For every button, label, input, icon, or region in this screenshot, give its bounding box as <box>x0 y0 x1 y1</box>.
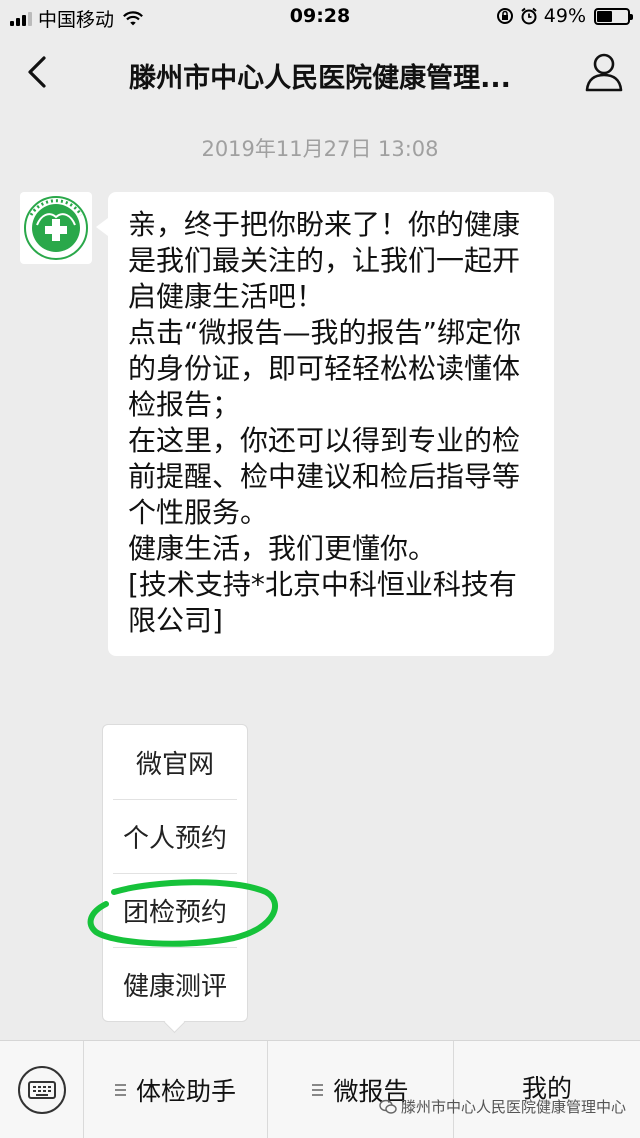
menu-item-micro-website[interactable]: 微官网 <box>103 725 247 799</box>
profile-icon[interactable] <box>584 50 624 94</box>
tab-mine[interactable]: 我的 <box>454 1041 640 1138</box>
page-title: 滕州市中心人民医院健康管理... <box>129 63 511 94</box>
nav-bar: 滕州市中心人民医院健康管理... <box>0 34 640 112</box>
message-text: 亲，终于把你盼来了！你的健康是我们最关注的，让我们一起开启健康生活吧！ 点击“微… <box>128 208 522 637</box>
tab-label: 体检助手 <box>135 1077 236 1106</box>
battery-percent: 49% <box>543 5 586 27</box>
back-icon[interactable] <box>18 52 58 92</box>
battery-fill <box>597 10 612 22</box>
submenu-icon <box>312 1084 324 1096</box>
submenu-icon <box>114 1084 126 1096</box>
wechat-icon <box>379 1099 397 1114</box>
popup-menu: 微官网 个人预约 团检预约 健康测评 <box>102 724 248 1022</box>
status-right: 49% <box>496 5 633 27</box>
menu-item-group-booking[interactable]: 团检预约 <box>103 873 247 947</box>
battery-icon <box>594 7 633 25</box>
hospital-logo-icon <box>24 196 88 260</box>
message-bubble: 亲，终于把你盼来了！你的健康是我们最关注的，让我们一起开启健康生活吧！ 点击“微… <box>96 192 554 656</box>
menu-item-health-assessment[interactable]: 健康测评 <box>103 947 247 1021</box>
bottom-menu-bar: 体检助手 微报告 我的 <box>0 1040 640 1138</box>
alarm-icon <box>521 7 537 25</box>
tab-micro-report[interactable]: 微报告 <box>268 1041 454 1138</box>
status-bar: 中国移动 09:28 49% <box>0 0 640 34</box>
tab-checkup-assistant[interactable]: 体检助手 <box>84 1041 268 1138</box>
keyboard-icon <box>17 1066 66 1114</box>
watermark-text: 滕州市中心人民医院健康管理中心 <box>400 1098 626 1116</box>
menu-item-personal-booking[interactable]: 个人预约 <box>103 799 247 873</box>
orientation-lock-icon <box>496 8 513 24</box>
message-timestamp: 2019年11月27日 13:08 <box>201 137 439 161</box>
watermark: 滕州市中心人民医院健康管理中心 <box>379 1096 626 1117</box>
hospital-logo-avatar[interactable] <box>20 192 92 264</box>
keyboard-toggle-button[interactable] <box>0 1041 84 1138</box>
